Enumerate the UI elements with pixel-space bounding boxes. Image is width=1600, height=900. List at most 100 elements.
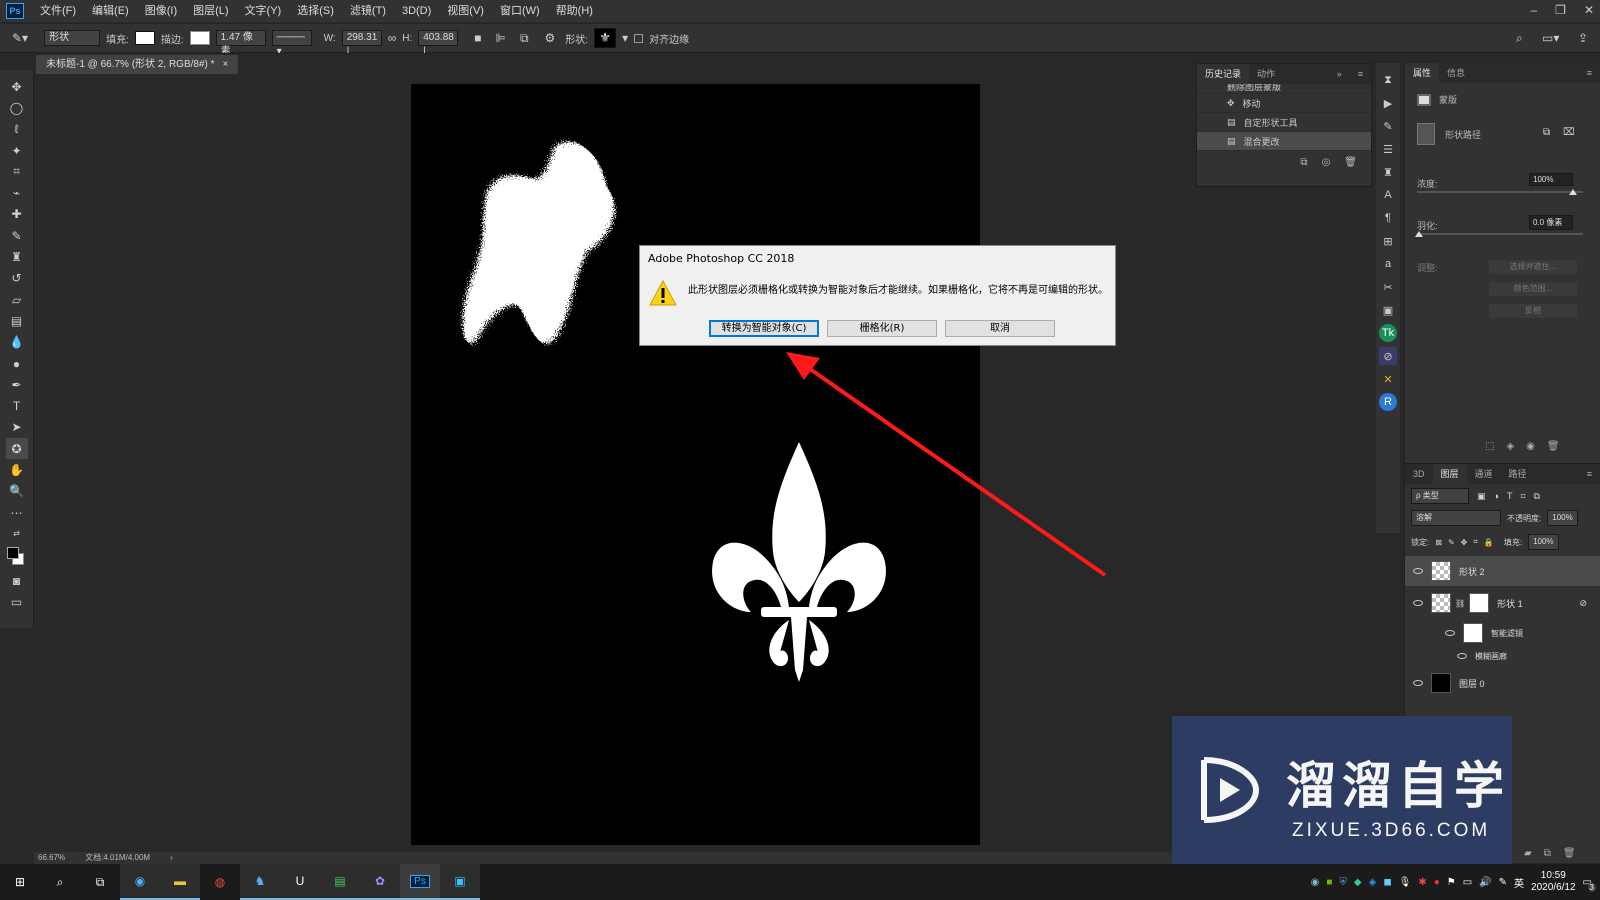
shape-picker-dropdown-icon[interactable]: ▾ (622, 31, 628, 45)
tray-app-icon[interactable]: ⚑ (1447, 877, 1456, 888)
tray-app-icon[interactable]: ◆ (1354, 877, 1362, 888)
tray-app-icon[interactable]: ◼ (1383, 877, 1391, 888)
blend-mode-select[interactable]: 溶解 (1411, 510, 1501, 526)
link-dimensions-icon[interactable]: ∞ (388, 31, 397, 45)
healing-brush-tool-icon[interactable]: ✚ (6, 204, 28, 225)
vector-mask-icon[interactable]: ⌧ (1563, 127, 1575, 138)
density-slider-handle[interactable] (1569, 189, 1577, 195)
path-alignment-icon[interactable]: ⊫ (496, 31, 506, 45)
filter-pixel-icon[interactable]: ▣ (1477, 491, 1486, 502)
menu-window[interactable]: 窗口(W) (492, 0, 548, 22)
glyphs-panel-icon[interactable]: ⊞ (1379, 232, 1397, 250)
magic-wand-tool-icon[interactable]: ✦ (6, 140, 28, 161)
select-and-mask-button[interactable]: 选择并遮住... (1489, 260, 1577, 274)
scissors-plugin-icon[interactable]: ✕ (1379, 370, 1397, 388)
libraries-icon[interactable]: ▣ (1379, 301, 1397, 319)
more-tools-icon[interactable]: ⋯ (6, 502, 28, 523)
eyedropper-tool-icon[interactable]: ⌁ (6, 182, 28, 203)
dodge-tool-icon[interactable]: ● (6, 353, 28, 374)
stroke-swatch[interactable] (189, 31, 210, 45)
opacity-input[interactable]: 100% (1547, 510, 1578, 526)
delete-trash-icon[interactable]: 🗑 (1547, 441, 1560, 452)
clone-stamp-tool-icon[interactable]: ♜ (6, 246, 28, 267)
width-input[interactable]: 298.31 | (341, 30, 382, 57)
clock[interactable]: 10:59 2020/6/12 (1531, 870, 1576, 894)
status-menu-arrow[interactable]: › (170, 852, 173, 864)
tray-mic-icon[interactable]: 🎙 (1399, 877, 1412, 888)
tray-pen-icon[interactable]: ✎ (1499, 877, 1507, 888)
menu-file[interactable]: 文件(F) (32, 0, 84, 22)
load-selection-icon[interactable]: ⬚ (1485, 441, 1494, 452)
fill-input[interactable]: 100% (1528, 534, 1559, 550)
menu-filter[interactable]: 滤镜(T) (342, 0, 394, 22)
visibility-eye-icon[interactable] (1445, 630, 1455, 636)
hand-tool-icon[interactable]: ✋ (6, 459, 28, 480)
brush-tool-icon[interactable]: ✎ (6, 225, 28, 246)
plugin-icon[interactable]: ⊘ (1379, 347, 1397, 365)
menu-3d[interactable]: 3D(D) (394, 0, 439, 22)
document-tab[interactable]: 未标题-1 @ 66.7% (形状 2, RGB/8#) * × (36, 55, 239, 74)
fill-swatch[interactable] (134, 31, 155, 45)
zoom-level[interactable]: 66.67% (38, 852, 65, 864)
share-icon[interactable]: ⇪ (1578, 31, 1588, 45)
tool-mode-select[interactable]: 形状 (44, 30, 101, 46)
path-arrangement-icon[interactable]: ⧉ (520, 31, 529, 46)
tray-app-icon[interactable]: ✱ (1418, 877, 1426, 888)
gradient-tool-icon[interactable]: ▤ (6, 310, 28, 331)
layer-row[interactable]: ⛓ 形状 1 ⊘ (1405, 588, 1600, 618)
cancel-button[interactable]: 取消 (945, 320, 1055, 337)
move-tool-icon[interactable]: ✥ (6, 76, 28, 97)
visibility-eye-icon[interactable] (1457, 653, 1467, 659)
zoom-tool-icon[interactable]: 🔍 (6, 481, 28, 502)
clone-source-icon[interactable]: ♜ (1379, 163, 1397, 181)
height-input[interactable]: 403.88 | (418, 30, 459, 57)
tray-network-icon[interactable]: ▭ (1463, 877, 1472, 888)
align-edges-checkbox[interactable] (634, 33, 644, 43)
crop-tool-icon[interactable]: ⌗ (6, 161, 28, 182)
app-u-icon[interactable]: U (280, 864, 320, 900)
tab-actions[interactable]: 动作 (1249, 64, 1283, 84)
new-group-folder-icon[interactable]: ▰ (1524, 848, 1532, 859)
feather-slider-handle[interactable] (1415, 231, 1423, 237)
history-brush-tool-icon[interactable]: ↺ (6, 268, 28, 289)
lock-all-icon[interactable]: 🔒 (1484, 538, 1494, 547)
layer-row-selected[interactable]: 形状 2 (1405, 556, 1600, 586)
tab-3d[interactable]: 3D (1405, 464, 1433, 484)
search-icon[interactable]: ⌕ (40, 864, 80, 900)
marquee-tool-icon[interactable]: ◯ (6, 97, 28, 118)
windows-start-icon[interactable]: ⊞ (0, 864, 40, 900)
filter-row[interactable]: 模糊画廊 (1405, 648, 1600, 664)
adjustments-sliders-icon[interactable]: ☰ (1379, 140, 1397, 158)
apply-mask-icon[interactable]: ◈ (1506, 441, 1514, 452)
tab-properties[interactable]: 属性 (1405, 63, 1440, 83)
type-tool-icon[interactable]: T (6, 395, 28, 416)
filter-smart-object-icon[interactable]: ⧉ (1534, 491, 1540, 502)
visibility-eye-icon[interactable] (1413, 680, 1423, 686)
feather-slider[interactable] (1417, 233, 1583, 235)
history-item[interactable]: ✥ 移动 (1197, 94, 1371, 113)
app-icon[interactable]: ♞ (240, 864, 280, 900)
new-document-from-state-icon[interactable]: ⧉ (1300, 157, 1307, 168)
delete-layer-trash-icon[interactable]: 🗑 (1563, 848, 1576, 859)
stroke-width-input[interactable]: 1.47 像素 (215, 30, 266, 57)
snapshot-camera-icon[interactable]: ◎ (1322, 157, 1331, 168)
quick-mask-icon[interactable]: ◙ (6, 571, 28, 592)
workspace-icon[interactable]: ▭▾ (1542, 31, 1559, 45)
tab-layers[interactable]: 图层 (1432, 464, 1467, 484)
history-item-selected[interactable]: ▤ 混合更改 (1197, 132, 1371, 151)
menu-image[interactable]: 图像(I) (137, 0, 185, 22)
shape-tool-preset-icon[interactable]: ✎▾ (12, 31, 28, 45)
character-styles-icon[interactable]: a (1379, 255, 1397, 273)
photoshop-taskbar-icon[interactable]: Ps (400, 864, 440, 900)
task-view-icon[interactable]: ⧉ (80, 864, 120, 900)
filter-type-icon[interactable]: T (1507, 491, 1513, 501)
lock-transparent-icon[interactable]: ⊠ (1435, 538, 1442, 547)
path-operations-icon[interactable]: ■ (474, 31, 481, 45)
history-panel-icon[interactable]: ⧗ (1379, 71, 1397, 89)
tool-presets-icon[interactable]: ✂ (1379, 278, 1397, 296)
lock-position-icon[interactable]: ✥ (1461, 538, 1468, 547)
character-panel-icon[interactable]: A (1379, 186, 1397, 204)
blur-tool-icon[interactable]: 💧 (6, 332, 28, 353)
brush-panel-icon[interactable]: ✎ (1379, 117, 1397, 135)
file-explorer-icon[interactable]: ▬ (160, 864, 200, 900)
